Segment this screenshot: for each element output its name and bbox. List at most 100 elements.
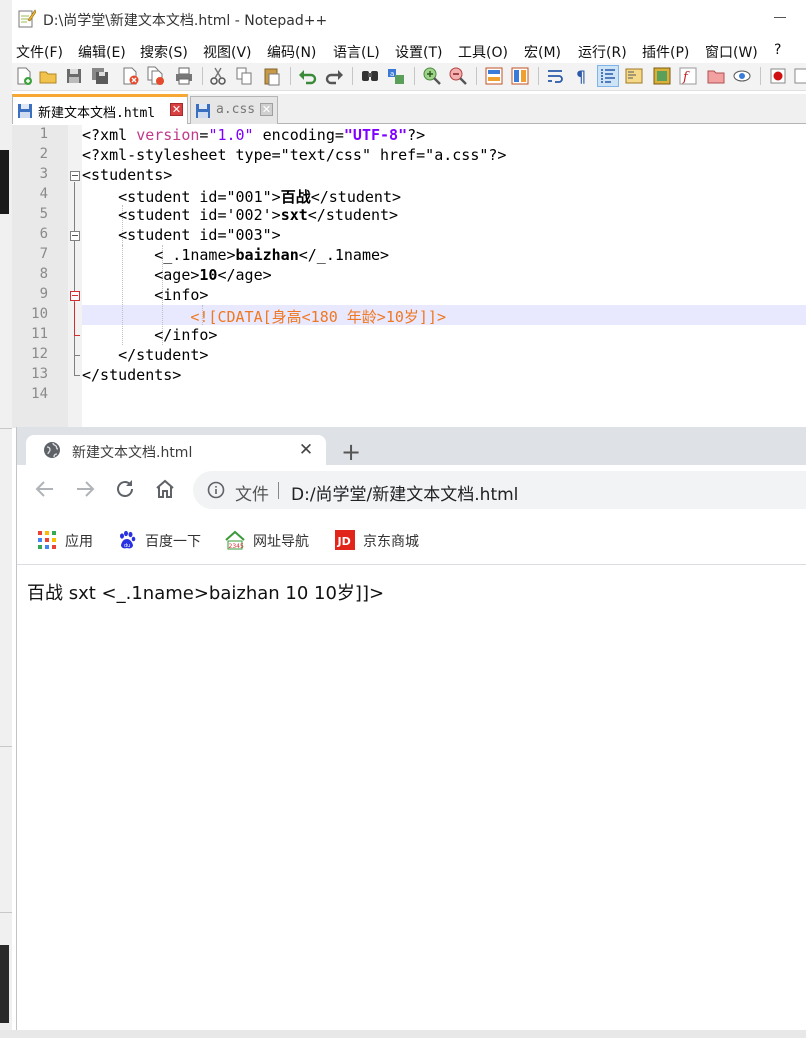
menu-help[interactable]: ? [774, 42, 781, 58]
title-bar: D:\尚学堂\新建文本文档.html - Notepad++ [12, 0, 806, 38]
menu-file[interactable]: 文件(F) [16, 42, 63, 62]
tab-html-file[interactable]: 新建文本文档.html ✕ [12, 94, 188, 124]
undo-icon[interactable] [298, 66, 318, 86]
back-icon[interactable] [33, 477, 57, 501]
code-text: <_.1name>baizhan</_.1name> [82, 246, 390, 264]
svg-text:du: du [124, 543, 130, 549]
notepadpp-app-icon [18, 9, 36, 28]
code-text: <student id="003"> [82, 226, 281, 244]
code-line: 7 <_.1name>baizhan</_.1name> [12, 245, 806, 265]
tab-label: 新建文本文档.html [38, 106, 156, 121]
home-icon[interactable] [153, 477, 177, 501]
menu-window[interactable]: 窗口(W) [705, 42, 758, 62]
address-bar[interactable]: 文件 D:/尚学堂/新建文本文档.html [193, 471, 806, 509]
menu-tools[interactable]: 工具(O) [458, 42, 508, 62]
bookmark-jd[interactable]: JD 京东商城 [335, 529, 435, 553]
code-line: 12 </student> [12, 345, 806, 365]
paste-icon[interactable] [262, 66, 282, 86]
minimize-button[interactable] [772, 8, 788, 26]
bookmark-2345[interactable]: 2345 网址导航 [225, 529, 325, 553]
print-icon[interactable] [174, 66, 194, 86]
close-file-icon[interactable] [120, 66, 140, 86]
browser-tab-title: 新建文本文档.html [72, 445, 193, 461]
bookmark-label: 京东商城 [363, 534, 419, 550]
browser-toolbar: 文件 D:/尚学堂/新建文本文档.html [17, 465, 806, 515]
code-text: <info> [82, 286, 209, 304]
folder-workspace-icon[interactable] [706, 66, 726, 86]
bookmarks-bar: 应用 du 百度一下 2345 网址导航 JD 京东商城 [17, 515, 806, 565]
menu-language[interactable]: 语言(L) [333, 42, 380, 62]
tab-close-icon[interactable]: ✕ [170, 103, 183, 116]
code-text: </info> [82, 326, 218, 344]
bookmark-apps[interactable]: 应用 [37, 529, 107, 553]
find-icon[interactable] [360, 66, 380, 86]
menu-run[interactable]: 运行(R) [578, 42, 627, 62]
menu-view[interactable]: 视图(V) [203, 42, 252, 62]
document-map-icon[interactable] [624, 66, 644, 86]
reload-icon[interactable] [113, 477, 137, 501]
tab-close-icon[interactable]: ✕ [260, 103, 273, 116]
code-line: 1 <?xml version="1.0" encoding="UTF-8"?> [12, 125, 806, 145]
toolbar-separator [352, 67, 353, 85]
bookmark-label: 百度一下 [145, 534, 201, 550]
new-tab-button[interactable]: + [337, 440, 365, 468]
menu-macro[interactable]: 宏(M) [524, 42, 561, 62]
zoom-out-icon[interactable] [448, 66, 468, 86]
code-text: <student id="001">百战</student> [82, 188, 402, 206]
jd-icon: JD [335, 530, 355, 550]
replace-icon[interactable]: a [386, 66, 406, 86]
divider [0, 428, 12, 429]
cut-icon[interactable] [208, 66, 228, 86]
rendered-page-text: 百战 sxt <_.1name>baizhan 10 10岁]]> [27, 583, 385, 604]
code-editor[interactable]: 1 <?xml version="1.0" encoding="UTF-8"?>… [12, 125, 806, 428]
sync-horizontal-icon[interactable] [510, 66, 530, 86]
record-macro-icon[interactable] [768, 66, 788, 86]
divider [0, 912, 12, 913]
menu-encoding[interactable]: 编码(N) [267, 42, 316, 62]
monitoring-eye-icon[interactable] [732, 66, 752, 86]
saved-file-icon [196, 104, 210, 118]
code-line: 8 <age>10</age> [12, 265, 806, 285]
line-number: 14 [31, 386, 48, 402]
zoom-in-icon[interactable] [422, 66, 442, 86]
menu-edit[interactable]: 编辑(E) [78, 42, 126, 62]
menu-search[interactable]: 搜索(S) [140, 42, 188, 62]
show-all-chars-icon[interactable]: ¶ [572, 66, 592, 86]
open-file-icon[interactable] [38, 66, 58, 86]
function-list-icon[interactable] [652, 66, 672, 86]
toolbar-separator [760, 67, 761, 85]
menu-settings[interactable]: 设置(T) [395, 42, 442, 62]
menu-plugins[interactable]: 插件(P) [642, 42, 689, 62]
line-number: 6 [39, 226, 48, 242]
page-viewport: 百战 sxt <_.1name>baizhan 10 10岁]]> [17, 566, 806, 1030]
line-number: 3 [39, 166, 48, 182]
2345-house-icon: 2345 [225, 530, 245, 550]
url-text[interactable]: D:/尚学堂/新建文本文档.html [291, 480, 518, 505]
sync-vertical-icon[interactable] [484, 66, 504, 86]
stop-macro-icon[interactable] [792, 66, 806, 86]
code-text: <student id='002'>sxt</student> [82, 206, 399, 224]
close-tab-icon[interactable]: ✕ [296, 440, 316, 460]
toolbar-separator [414, 67, 415, 85]
svg-text:JD: JD [337, 535, 351, 548]
desktop-background-strip [0, 0, 12, 1038]
browser-tab-strip: 新建文本文档.html ✕ + [17, 427, 806, 465]
bookmark-baidu[interactable]: du 百度一下 [117, 529, 217, 553]
code-text: </students> [82, 366, 182, 384]
forward-icon[interactable] [73, 477, 97, 501]
indent-guide-icon[interactable] [597, 65, 619, 87]
redo-icon[interactable] [324, 66, 344, 86]
save-icon[interactable] [64, 66, 84, 86]
save-all-icon[interactable] [90, 66, 110, 86]
new-file-icon[interactable] [14, 66, 34, 86]
info-icon[interactable] [207, 481, 225, 499]
code-line: 4 <student id="001">百战</student> [12, 185, 806, 206]
tab-css-file[interactable]: a.css ✕ [190, 96, 278, 124]
function-icon[interactable]: f [678, 66, 698, 86]
tab-label: a.css [216, 102, 256, 117]
browser-window: 新建文本文档.html ✕ + 文件 D:/尚学堂/新建文本文档.html 应用 [16, 427, 806, 1030]
close-all-icon[interactable] [146, 66, 166, 86]
word-wrap-icon[interactable] [546, 66, 566, 86]
copy-icon[interactable] [234, 66, 254, 86]
browser-tab[interactable]: 新建文本文档.html ✕ [26, 435, 326, 465]
